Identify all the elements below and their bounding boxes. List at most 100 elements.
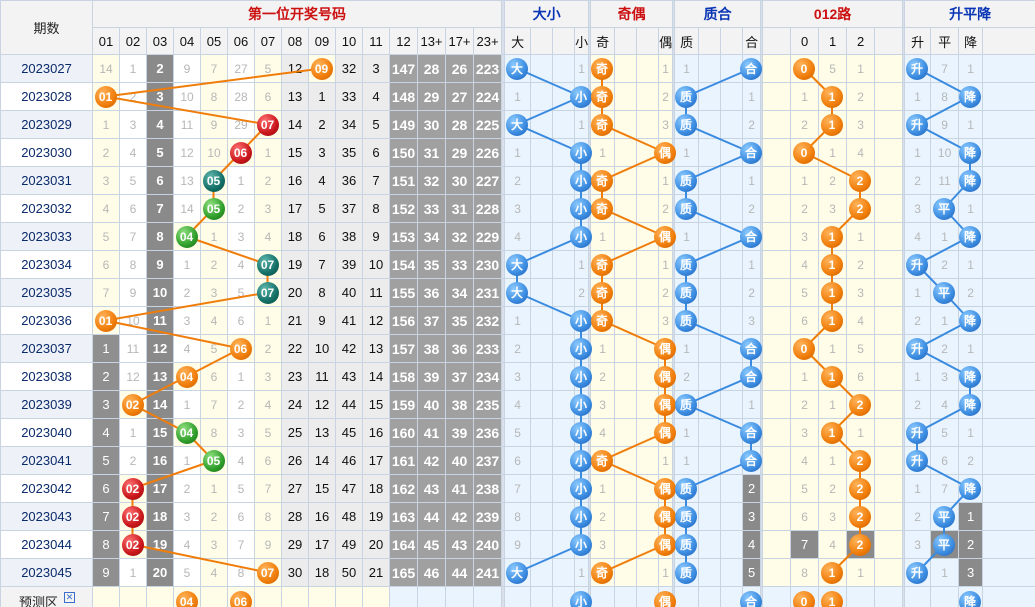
miss-count-cell: 33: [335, 82, 363, 111]
miss-count-cell: 14: [362, 362, 390, 391]
miss-count-cell: 1: [227, 166, 255, 195]
road-miss-cell: 1: [818, 390, 848, 419]
draw-ball: 04: [175, 225, 198, 248]
road-miss-cell: 3: [818, 502, 848, 531]
spacer-cell: [720, 278, 744, 307]
spacer-cell: [530, 306, 554, 335]
draw-ball: 09: [310, 57, 333, 80]
miss-count-cell: 38: [335, 222, 363, 251]
spacer-cell: [614, 334, 638, 363]
trend-miss-cell: 2: [958, 530, 984, 559]
spacer-cell: [614, 474, 638, 503]
size-miss-cell: 8: [504, 502, 532, 531]
road-miss-cell: 5: [790, 278, 820, 307]
road-miss-cell: 1: [790, 82, 820, 111]
trend-miss-cell: 2: [904, 502, 932, 531]
miss-count-cell: 27: [281, 474, 309, 503]
parity-miss-cell: 1: [590, 474, 616, 503]
stat-cell: 29: [417, 82, 446, 111]
road-ball: 1: [821, 113, 843, 136]
parity-miss-cell: 2: [590, 362, 616, 391]
trend-miss-cell: 1: [904, 138, 932, 167]
spacer-cell: [698, 306, 722, 335]
miss-count-cell: 15: [308, 474, 336, 503]
stat-cell: 156: [389, 306, 418, 335]
miss-count-cell: 3: [254, 194, 282, 223]
stat-cell: 44: [445, 558, 474, 587]
draw-row: 2023037 1 11 12 4 5 2 22 10 42 13 157 38 36 233 2 1 1 1 5 2 1: [0, 334, 1035, 363]
miss-count-cell: 27: [227, 54, 255, 83]
spacer-cell: [874, 418, 904, 447]
spacer-cell: [698, 446, 722, 475]
miss-count-cell: 19: [146, 530, 174, 559]
prime-ball: 合: [740, 141, 762, 164]
stat-cell: 30: [417, 110, 446, 139]
stat-cell: 160: [389, 418, 418, 447]
miss-count-cell: 11: [308, 362, 336, 391]
parity-ball: 偶: [654, 393, 676, 416]
prime-ball: 质: [675, 561, 697, 584]
stat-cell: 35: [417, 250, 446, 279]
road-miss-cell: 1: [818, 446, 848, 475]
spacer-cell: [698, 222, 722, 251]
trend-ball: 升: [906, 449, 928, 472]
size-ball: 小: [570, 85, 592, 108]
column-header-spacer: [530, 27, 554, 55]
miss-count-cell: 11: [362, 278, 390, 307]
parity-ball: 偶: [654, 225, 676, 248]
size-ball: 大: [506, 113, 528, 136]
parity-ball: 奇: [591, 169, 613, 192]
miss-count-cell: 3: [362, 54, 390, 83]
draw-row: 2023040 4 1 15 8 3 5 25 13 45 16 160 41 39 236 5 4 1 3 1 5 1: [0, 418, 1035, 447]
stat-cell: 235: [472, 390, 503, 419]
prediction-cell: [308, 586, 336, 607]
prediction-ball: 06: [229, 590, 252, 607]
spacer-cell: [982, 166, 1035, 195]
stat-cell: 229: [472, 222, 503, 251]
stat-cell: 149: [389, 110, 418, 139]
spacer-cell: [762, 110, 792, 139]
spacer-cell: [552, 110, 576, 139]
road-miss-cell: 1: [846, 54, 876, 83]
miss-count-cell: 14: [92, 54, 120, 83]
spacer-cell: [874, 138, 904, 167]
miss-count-cell: 17: [308, 530, 336, 559]
road-ball: 1: [821, 561, 843, 584]
miss-count-cell: 10: [200, 138, 228, 167]
size-miss-cell: 1: [504, 138, 532, 167]
miss-count-cell: 10: [173, 82, 201, 111]
trend-miss-cell: 1: [930, 222, 960, 251]
trend-miss-cell: 11: [930, 166, 960, 195]
column-header-3: 03: [146, 27, 174, 55]
miss-count-cell: 28: [281, 502, 309, 531]
road-miss-cell: 1: [846, 418, 876, 447]
miss-count-cell: 5: [173, 558, 201, 587]
miss-count-cell: 19: [362, 502, 390, 531]
miss-count-cell: 9: [146, 250, 174, 279]
column-header-prime-1: 合: [742, 27, 762, 55]
spacer-cell: [636, 194, 660, 223]
spacer-cell: [614, 278, 638, 307]
trend-ball: 升: [906, 337, 928, 360]
close-icon[interactable]: ✕: [64, 592, 76, 603]
stat-cell: 31: [445, 194, 474, 223]
parity-miss-cell: 1: [658, 166, 674, 195]
stat-cell: 27: [445, 82, 474, 111]
period-cell: 2023041: [0, 446, 93, 475]
prime-ball: 质: [675, 85, 697, 108]
miss-count-cell: 9: [308, 306, 336, 335]
miss-count-cell: 7: [92, 502, 120, 531]
spacer-cell: [698, 138, 722, 167]
miss-count-cell: 6: [92, 474, 120, 503]
trend-miss-cell: 7: [930, 474, 960, 503]
column-header-size-0: 大: [504, 27, 532, 55]
miss-count-cell: 2: [200, 250, 228, 279]
miss-count-cell: 9: [254, 530, 282, 559]
size-miss-cell: 4: [504, 222, 532, 251]
road-ball: 1: [821, 281, 843, 304]
spacer-cell: [636, 54, 660, 83]
miss-count-cell: 9: [173, 54, 201, 83]
prime-miss-cell: 1: [674, 418, 700, 447]
column-header-road-1: 1: [818, 27, 848, 55]
miss-count-cell: 29: [227, 110, 255, 139]
